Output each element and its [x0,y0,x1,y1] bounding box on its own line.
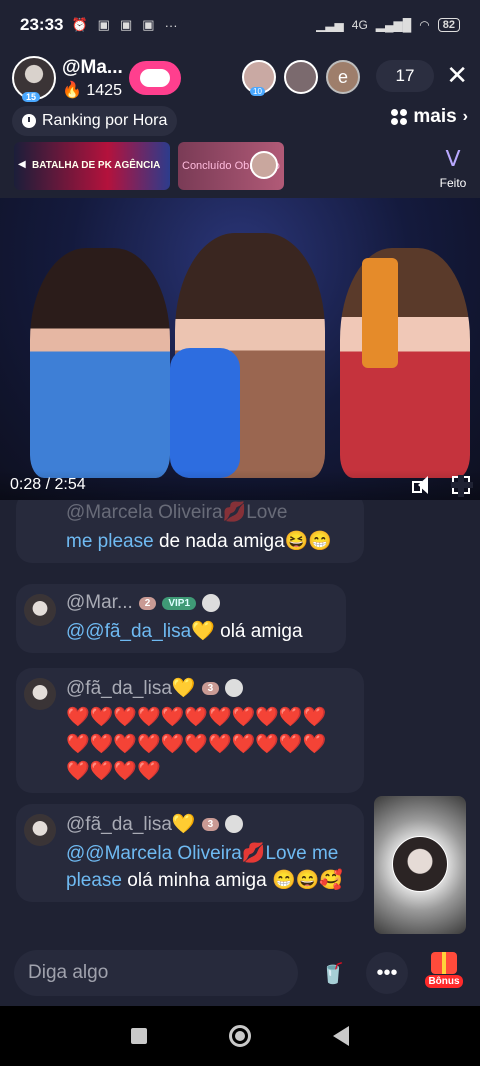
medal-icon [202,594,221,612]
more-label: mais [413,106,457,127]
wifi-icon: ◠ [419,18,430,32]
flame-icon: 🔥 [62,81,82,99]
chat-avatar[interactable] [24,678,56,710]
medal-icon [225,815,244,833]
feito-button[interactable]: ᐯ Feito [438,144,468,190]
video-time: 0:28 / 2:54 [10,476,86,493]
chat-mention: @@fã_da_lisa💛 [66,621,215,642]
more-dots-icon: ··· [164,17,178,33]
video-figure [340,248,470,478]
ranking-button[interactable]: Ranking por Hora [12,106,178,136]
banner-avatar [250,151,278,179]
chat-message[interactable]: @fã_da_lisa💛 3 @@Marcela Oliveira💋Love m… [16,804,364,902]
ranking-label: Ranking por Hora [42,112,168,129]
chat-message[interactable]: @Marcela Oliveira💋Love me please de nada… [16,500,364,563]
banner-text: BATALHA DE PK AGÊNCIA [32,160,161,171]
chat-username: @fã_da_lisa💛 [66,814,196,835]
video-player[interactable] [0,198,480,500]
chat-username: @fã_da_lisa💛 [66,678,196,699]
chat-text: olá minha amiga 😁😄🥰 [122,870,343,891]
status-time: 23:33 [20,15,64,34]
alarm-icon: ⏰ [71,17,88,32]
chat-text: de nada amiga😆😁 [153,531,332,552]
video-controls: 0:28 / 2:54 [0,470,480,500]
bonus-button[interactable]: Bônus [422,952,466,988]
chevron-right-icon: › [462,108,468,125]
chat-input[interactable]: Diga algo [14,950,298,996]
app-icon: ▣ [142,17,155,32]
host-points: 1425 [86,81,122,99]
drink-gift-icon[interactable]: 🥤 [312,952,354,994]
network-type: 4G [351,18,368,32]
gift-icon [431,952,457,974]
chat-mention: me please [66,531,154,552]
pk-battle-banner[interactable]: ◀ BATALHA DE PK AGÊNCIA [14,142,170,190]
signal-icon: ▁▃▅ [316,18,344,32]
viewer-avatars[interactable]: 10 e [242,60,360,96]
more-button[interactable]: mais › [391,106,468,128]
grid-icon [391,109,408,125]
level-badge: 2 [138,596,157,610]
fullscreen-icon[interactable] [451,475,473,497]
viewer-avatar[interactable] [284,60,318,94]
chevron-left-icon[interactable]: ◀ [18,159,26,170]
more-options-icon[interactable]: ••• [366,952,408,994]
chat-avatar[interactable] [24,594,56,626]
back-icon[interactable] [333,1026,349,1046]
viewer-count[interactable]: 17 [376,60,434,92]
host-panel[interactable]: 15 @Ma... 🔥 1425 [12,56,181,102]
chat-text: ❤️❤️❤️❤️❤️❤️❤️❤️❤️❤️❤️❤️❤️❤️❤️❤️❤️❤️❤️❤️… [66,707,327,782]
chat-message[interactable]: @fã_da_lisa💛 3 ❤️❤️❤️❤️❤️❤️❤️❤️❤️❤️❤️❤️❤… [16,668,364,793]
medal-icon [225,679,244,697]
status-bar: 23:33 ⏰ ▣ ▣ ▣ ··· ▁▃▅ 4G ▂▄▆█ ◠ 82 [0,0,480,50]
volume-icon[interactable] [412,476,432,494]
system-nav-bar [0,1006,480,1066]
viewer-avatar[interactable]: e [326,60,360,94]
chat-message[interactable]: @Mar... 2 VIP1 @@fã_da_lisa💛 olá amiga [16,584,346,653]
host-level-badge: 15 [22,92,41,102]
pip-avatar [392,836,448,892]
signal-icon: ▂▄▆█ [375,18,412,32]
viewer-avatar[interactable]: 10 [242,60,276,96]
level-badge: 3 [201,817,220,831]
cloud-icon [139,69,170,87]
video-figure [362,258,398,368]
host-avatar[interactable]: 15 [12,56,56,102]
chat-avatar[interactable] [24,814,56,846]
clock-icon [22,114,36,128]
chat-text: olá amiga [214,621,303,642]
host-name: @Ma... [62,56,123,78]
level-badge: 3 [201,681,220,695]
chat-username: @Mar... [66,592,133,613]
vip-badge: VIP1 [162,596,197,610]
notification-icons: ⏰ ▣ ▣ ▣ ··· [71,17,177,33]
video-figure [30,248,170,478]
video-figure [170,348,240,478]
bonus-label: Bônus [425,975,463,988]
follow-button[interactable] [128,61,181,95]
feito-label: Feito [439,176,467,190]
app-icon: ▣ [119,17,133,32]
pip-video[interactable] [374,796,466,934]
home-icon[interactable] [229,1025,251,1047]
recents-icon[interactable] [131,1028,147,1044]
chat-username: @Marcela Oliveira💋Love [66,502,288,523]
close-icon[interactable]: ✕ [446,60,468,90]
viewer-level-badge: 10 [250,87,265,96]
completed-banner[interactable]: Concluído Obrigado [178,142,284,190]
app-icon: ▣ [97,17,110,32]
battery-indicator: 82 [437,18,460,32]
bunny-icon: ᐯ [445,146,461,171]
